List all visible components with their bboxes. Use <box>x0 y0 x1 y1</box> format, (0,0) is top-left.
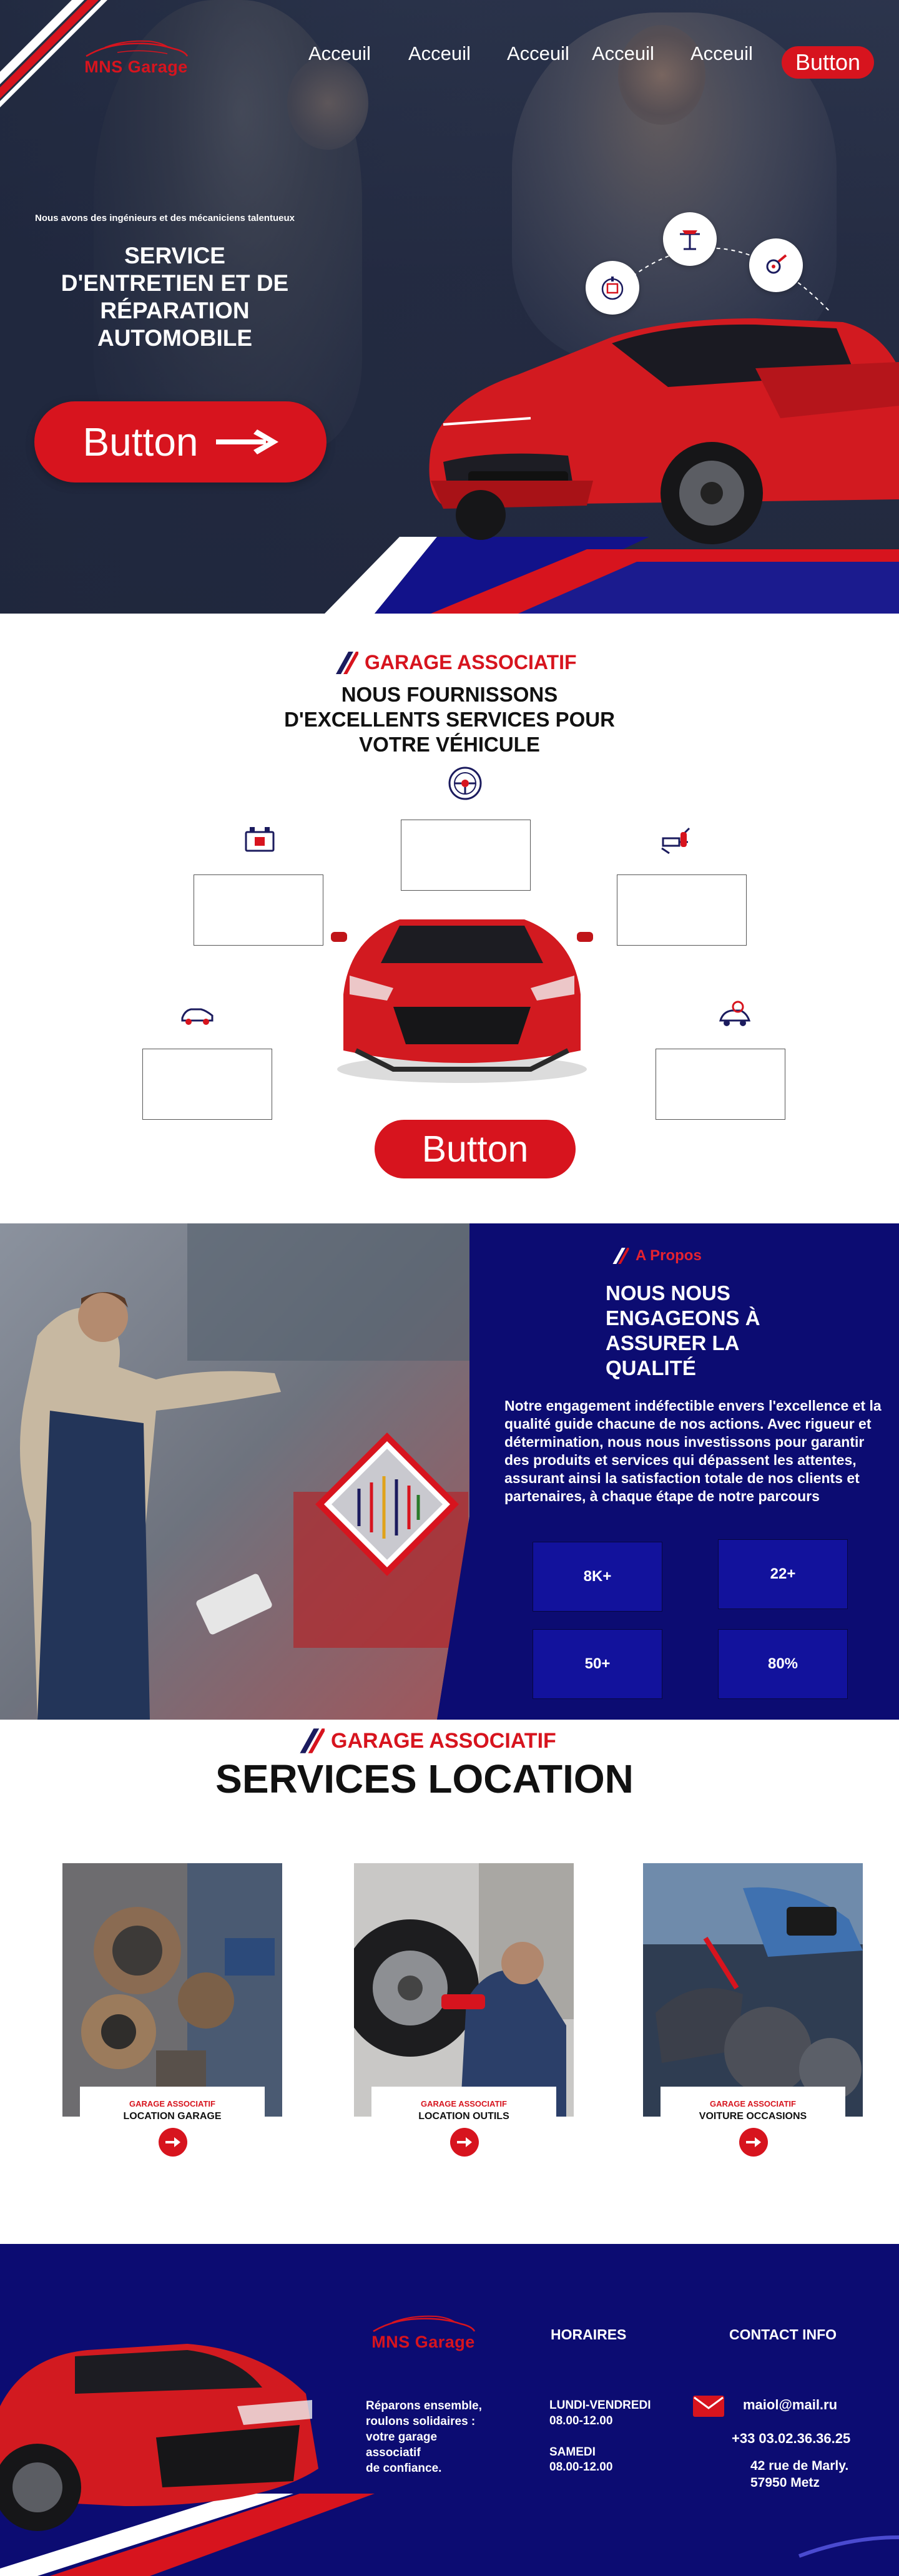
location-eyebrow-text: GARAGE ASSOCIATIF <box>331 1728 556 1753</box>
engine-parts-photo <box>62 1863 282 2117</box>
car-battery-icon <box>240 820 280 859</box>
stat-box: 22+ <box>718 1539 848 1609</box>
services-cta-button[interactable]: Button <box>375 1120 576 1178</box>
footer-logo-text: MNS Garage <box>371 2333 475 2351</box>
stat-box: 80% <box>718 1629 848 1699</box>
location-card-label: GARAGE ASSOCIATIF LOCATION GARAGE <box>80 2087 265 2163</box>
about-eyebrow-text: A Propos <box>636 1247 702 1264</box>
footer-hours-day: SAMEDI <box>549 2446 596 2459</box>
footer-address: 42 rue de Marly. 57950 Metz <box>750 2459 849 2490</box>
footer-hours-day: LUNDI-VENDREDI <box>549 2399 651 2412</box>
engine-diagnostic-photo <box>643 1863 863 2117</box>
about-eyebrow: A Propos <box>611 1247 702 1265</box>
double-slash-icon <box>336 651 358 674</box>
location-card-name: LOCATION GARAGE <box>123 2111 222 2122</box>
location-title: SERVICES LOCATION <box>215 1756 634 1801</box>
services-title: NOUS FOURNISSONS D'EXCELLENTS SERVICES P… <box>284 683 615 756</box>
hero-red-suv-image <box>429 318 899 544</box>
services-eyebrow-text: GARAGE ASSOCIATIF <box>365 651 577 673</box>
location-card-kicker: GARAGE ASSOCIATIF <box>710 2099 796 2108</box>
site-footer: MNS Garage Réparons ensemble, roulons so… <box>0 2244 899 2576</box>
car-icon <box>177 994 217 1034</box>
tire-mechanic-photo <box>354 1863 574 2117</box>
stat-box: 50+ <box>533 1629 662 1699</box>
location-card[interactable]: GARAGE ASSOCIATIF LOCATION OUTILS <box>354 1863 574 2163</box>
footer-red-car-image <box>0 2344 318 2531</box>
services-section: GARAGE ASSOCIATIF NOUS FOURNISSONS D'EXC… <box>0 614 899 1223</box>
landing-page: MNS Garage Acceuil Acceuil Acceuil Acceu… <box>0 0 899 2576</box>
footer-tagline: Réparons ensemble, roulons solidaires : … <box>366 2399 482 2475</box>
services-eyebrow: GARAGE ASSOCIATIF <box>333 651 577 674</box>
arrow-right-circle-icon[interactable] <box>739 2128 768 2157</box>
location-eyebrow: GARAGE ASSOCIATIF <box>297 1728 556 1753</box>
location-card-name: VOITURE OCCASIONS <box>699 2111 807 2122</box>
arrow-right-circle-icon[interactable] <box>450 2128 479 2157</box>
service-box-top[interactable] <box>401 820 531 891</box>
red-sports-car-image <box>331 919 593 1083</box>
arrow-right-circle-icon[interactable] <box>159 2128 187 2157</box>
footer-contact-title: CONTACT INFO <box>729 2326 837 2343</box>
double-slash-icon <box>612 1248 629 1264</box>
engine-repair-icon <box>714 994 754 1034</box>
about-description: Notre engagement indéfectible envers l'e… <box>504 1398 882 1504</box>
location-card[interactable]: GARAGE ASSOCIATIF VOITURE OCCASIONS <box>643 1863 863 2163</box>
footer-hours-title: HORAIRES <box>551 2326 627 2343</box>
car-lift-icon <box>663 212 717 266</box>
service-box-left-top[interactable] <box>194 874 323 946</box>
tools-wall-badge-image <box>315 1432 459 1576</box>
location-card-kicker: GARAGE ASSOCIATIF <box>129 2099 215 2108</box>
footer-hours-time: 08.00-12.00 <box>549 2414 613 2427</box>
service-box-right-top[interactable] <box>617 874 747 946</box>
footer-email-link[interactable]: maiol@mail.ru <box>743 2397 837 2412</box>
about-section: A Propos NOUS NOUS ENGAGEONS À ASSURER L… <box>0 1223 899 1720</box>
location-section: GARAGE ASSOCIATIF SERVICES LOCATION GARA… <box>0 1720 899 2244</box>
service-box-left-bottom[interactable] <box>142 1049 272 1120</box>
about-title: NOUS NOUS ENGAGEONS À ASSURER LA QUALITÉ <box>606 1281 760 1379</box>
location-card[interactable]: GARAGE ASSOCIATIF LOCATION GARAGE <box>62 1863 282 2163</box>
service-box-right-bottom[interactable] <box>656 1049 785 1120</box>
location-card-label: GARAGE ASSOCIATIF LOCATION OUTILS <box>371 2087 556 2163</box>
steering-wheel-icon <box>445 763 485 803</box>
spark-plug-icon <box>656 820 695 859</box>
stat-box: 8K+ <box>533 1542 662 1612</box>
wrench-gear-icon <box>749 238 803 292</box>
location-card-label: GARAGE ASSOCIATIF VOITURE OCCASIONS <box>661 2087 845 2163</box>
footer-phone-link[interactable]: +33 03.02.36.36.25 <box>732 2431 850 2446</box>
footer-hours-time: 08.00-12.00 <box>549 2461 613 2474</box>
location-card-kicker: GARAGE ASSOCIATIF <box>421 2099 507 2108</box>
mail-icon <box>693 2396 724 2417</box>
footer-logo[interactable]: MNS Garage <box>367 2313 479 2352</box>
hero-section: MNS Garage Acceuil Acceuil Acceuil Acceu… <box>0 0 899 614</box>
double-slash-icon <box>300 1728 325 1753</box>
location-card-name: LOCATION OUTILS <box>418 2111 509 2122</box>
